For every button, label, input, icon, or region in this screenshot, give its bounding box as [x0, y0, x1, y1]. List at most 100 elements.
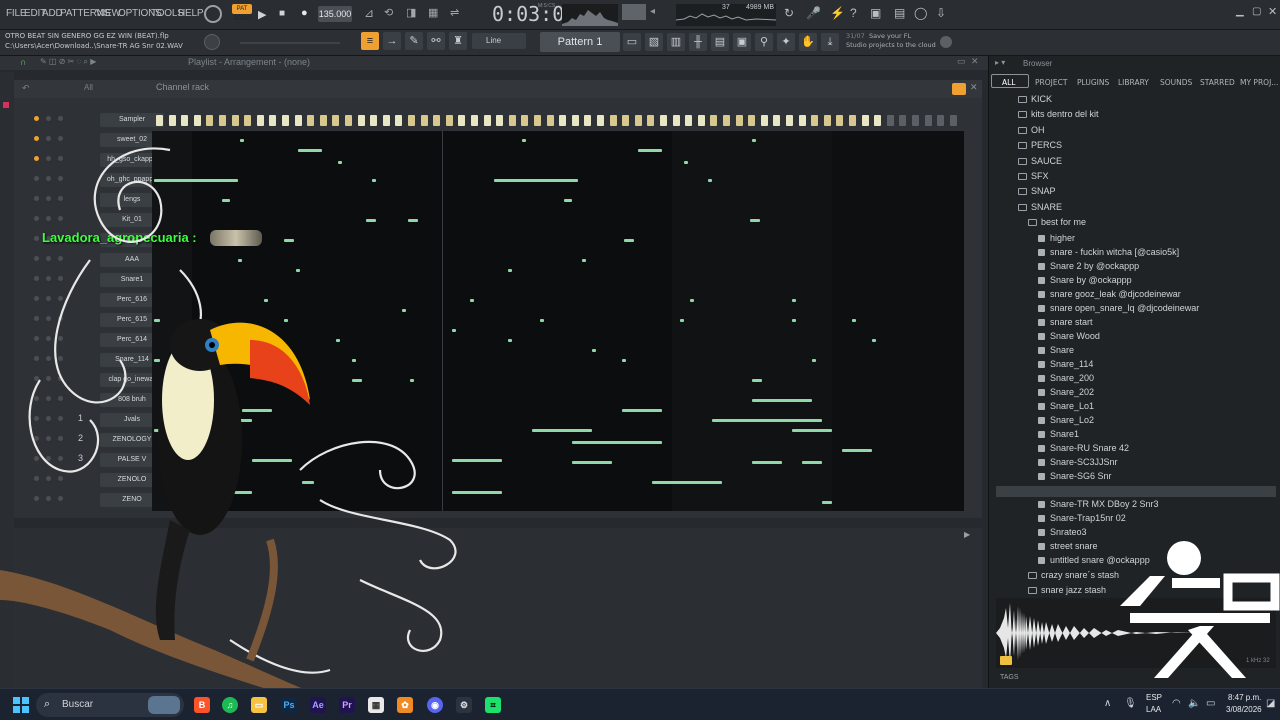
lang-line-1[interactable]: ESP [1146, 693, 1162, 702]
mic-tray-icon[interactable]: 🎙 [1124, 698, 1137, 709]
wait-icon[interactable]: ⊿ [364, 6, 374, 20]
tab-library[interactable]: LIBRARY [1118, 78, 1149, 87]
graph-editor-icon[interactable] [952, 83, 966, 95]
chat-icon[interactable]: ◯ [914, 6, 927, 20]
step-button[interactable] [559, 115, 567, 126]
step-button[interactable] [672, 115, 680, 126]
play-icon[interactable]: ▶ [258, 8, 266, 21]
tab-starred[interactable]: STARRED [1200, 78, 1235, 87]
back-icon[interactable]: ↶ [22, 83, 30, 94]
channel-name-button[interactable]: Sampler [100, 113, 164, 127]
metronome-knob-icon[interactable] [204, 5, 222, 23]
browser-subfolder[interactable]: best for me [1028, 217, 1086, 227]
search-box[interactable]: ⌕ Buscar [36, 693, 184, 717]
step-button[interactable] [823, 115, 831, 126]
step-button[interactable] [307, 115, 315, 126]
tab-plugins[interactable]: PLUGINS [1077, 78, 1109, 87]
browser-file[interactable]: Snare_202 [1038, 387, 1094, 397]
stamp-icon[interactable]: ♜ [449, 32, 467, 50]
loop-record-icon[interactable]: ⟲ [384, 6, 393, 19]
step-button[interactable] [206, 115, 214, 126]
save-icon[interactable]: ▣ [870, 6, 881, 20]
step-button[interactable] [899, 115, 907, 126]
step-button[interactable] [181, 115, 189, 126]
step-button[interactable] [408, 115, 415, 126]
step-button[interactable] [269, 115, 277, 126]
step-button[interactable] [697, 115, 705, 126]
browser-folder[interactable]: SNAP [1018, 186, 1056, 196]
download-icon[interactable]: ⇩ [936, 6, 946, 20]
browser-file[interactable]: Snare_200 [1038, 373, 1094, 383]
step-button[interactable] [849, 115, 856, 126]
browser-file[interactable]: Snare-RU Snare 42 [1038, 443, 1129, 453]
step-button[interactable] [319, 115, 327, 126]
step-button[interactable] [937, 115, 945, 126]
photoshop-icon[interactable]: Ps [281, 697, 297, 713]
piano-roll-icon[interactable]: ▧ [645, 33, 663, 51]
step-button[interactable] [345, 115, 352, 126]
browser-file[interactable]: Snare by @ockappp [1038, 275, 1132, 285]
step-button[interactable] [748, 115, 756, 126]
step-button[interactable] [445, 115, 453, 126]
step-button[interactable] [244, 115, 252, 126]
step-button[interactable] [433, 115, 441, 126]
settings-icon[interactable]: ⚙ [456, 697, 472, 713]
channel-rack-close-icon[interactable]: ✕ [970, 82, 978, 93]
browser-file[interactable]: snare - fuckin witcha [@casio5k] [1038, 247, 1179, 257]
volume-icon[interactable]: 🔈 [1188, 698, 1200, 709]
step-button[interactable] [483, 115, 491, 126]
step-button[interactable] [647, 115, 655, 126]
browser-arrows-icon[interactable]: ▸ ▾ [995, 58, 1005, 67]
step-button[interactable] [156, 115, 163, 126]
channel-filter[interactable]: All [84, 83, 93, 92]
playlist-minimize-icon[interactable]: ▭ [957, 56, 966, 67]
piano-roll-snap-icon[interactable]: ≡ [361, 32, 379, 50]
channel-volume-knob[interactable] [58, 116, 63, 121]
step-button[interactable] [634, 115, 642, 126]
step-button[interactable] [382, 115, 390, 126]
step-button[interactable] [534, 115, 541, 126]
wifi-icon[interactable]: ◠ [1172, 698, 1181, 709]
browser-file[interactable]: Snare 2 by @ockappp [1038, 261, 1139, 271]
step-button[interactable] [886, 115, 894, 126]
step-button[interactable] [874, 115, 882, 126]
touch-icon[interactable]: ✋ [799, 33, 817, 51]
lang-line-2[interactable]: LAA [1146, 705, 1161, 714]
pattern-selector[interactable]: Pattern 1 [540, 32, 620, 52]
discord-icon[interactable]: ◉ [427, 697, 443, 713]
master-pitch-slider[interactable] [240, 42, 340, 44]
browser-file[interactable]: Snrateo3 [1038, 527, 1087, 537]
step-button[interactable] [723, 115, 730, 126]
blend-icon[interactable]: ⇌ [450, 6, 459, 19]
step-button[interactable] [420, 115, 428, 126]
step-button[interactable] [786, 115, 793, 126]
render-icon[interactable]: ▤ [894, 6, 905, 20]
browser-folder[interactable]: crazy snare´s stash [1028, 570, 1119, 580]
browser-folder[interactable]: SFX [1018, 171, 1049, 181]
help-icon[interactable]: ? [850, 6, 857, 20]
browser-file[interactable]: Snare [1038, 345, 1074, 355]
tuner-icon[interactable]: ✦ [777, 33, 795, 51]
browser-file[interactable]: snare start [1038, 317, 1093, 327]
step-button[interactable] [282, 115, 289, 126]
browser-file[interactable]: Snare-SC3JJSnr [1038, 457, 1118, 467]
step-button[interactable] [168, 115, 176, 126]
step-button[interactable] [332, 115, 340, 126]
channel-row[interactable]: Sampler [30, 110, 164, 128]
step-button[interactable] [811, 115, 819, 126]
arrow-icon[interactable]: → [383, 32, 401, 50]
step-button[interactable] [546, 115, 554, 126]
browser-file[interactable]: Snare_Lo1 [1038, 401, 1094, 411]
browser-folder[interactable]: SNARE [1018, 202, 1062, 212]
step-button[interactable] [597, 115, 604, 126]
step-button[interactable] [256, 115, 264, 126]
clock-time[interactable]: 8:47 p.m. [1228, 693, 1261, 702]
browser-file[interactable]: Snare1 [1038, 429, 1079, 439]
browser-file[interactable]: Snare Wood [1038, 331, 1100, 341]
step-button[interactable] [294, 115, 302, 126]
step-button[interactable] [521, 115, 529, 126]
browser-file[interactable]: Snare-SG6 Snr [1038, 471, 1112, 481]
close-icon[interactable]: ✕ [1268, 5, 1277, 18]
channel-mute-led[interactable] [34, 116, 39, 121]
step-edit-icon[interactable]: ◨ [406, 6, 416, 19]
